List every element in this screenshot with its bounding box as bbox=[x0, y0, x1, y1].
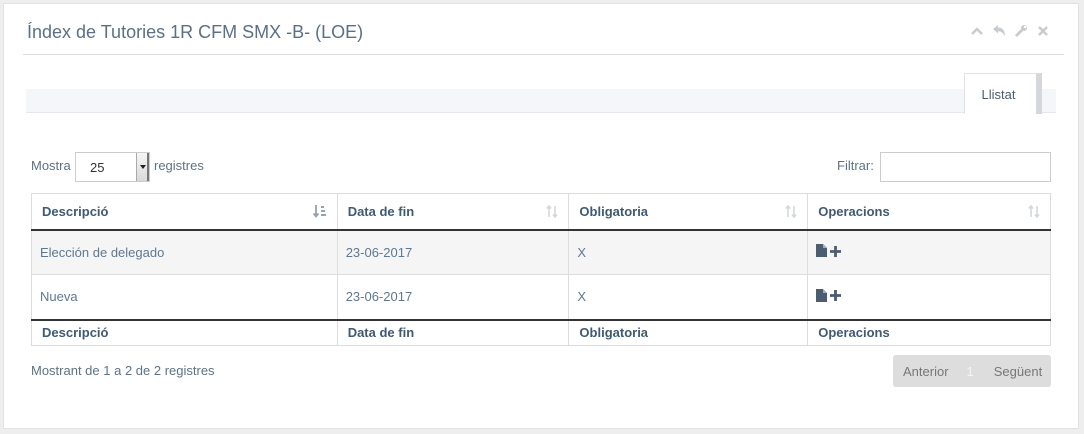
column-header-operacions[interactable]: Operacions bbox=[807, 193, 1051, 231]
pagination-page-current[interactable]: 1 bbox=[967, 364, 974, 379]
sort-both-icon bbox=[1028, 204, 1040, 221]
tab-label: Llistat bbox=[981, 86, 1016, 102]
plus-icon[interactable] bbox=[830, 289, 842, 304]
footer-operacions: Operacions bbox=[807, 318, 1051, 346]
footer-descripcio: Descripció bbox=[31, 318, 338, 346]
document-icon[interactable] bbox=[816, 288, 828, 305]
table-row: Nueva 23-06-2017 X bbox=[31, 274, 1051, 320]
length-suffix: registres bbox=[154, 158, 204, 173]
column-header-data-fin[interactable]: Data de fin bbox=[336, 193, 570, 231]
widget-title: Índex de Tutories 1R CFM SMX -B- (LOE) bbox=[27, 22, 364, 42]
title-divider bbox=[23, 54, 1064, 55]
footer-data-fin: Data de fin bbox=[336, 318, 570, 346]
chevron-up-icon[interactable] bbox=[970, 24, 984, 38]
wrench-icon[interactable] bbox=[1014, 24, 1028, 38]
cell-data-fin: 23-06-2017 bbox=[336, 274, 570, 320]
cell-descripcio: Nueva bbox=[31, 274, 338, 320]
column-label: Operacions bbox=[818, 203, 890, 219]
cell-data-fin: 23-06-2017 bbox=[336, 229, 570, 275]
chevron-down-icon[interactable] bbox=[136, 153, 149, 181]
cell-operacions bbox=[807, 274, 1051, 320]
cell-descripcio: Elección de delegado bbox=[31, 229, 338, 275]
reply-icon[interactable] bbox=[992, 24, 1006, 38]
page-length-select[interactable]: 25 bbox=[75, 152, 150, 182]
plus-icon[interactable] bbox=[830, 245, 842, 260]
tutories-table: Descripció Data de fin Obligatoria Opera… bbox=[31, 193, 1051, 346]
pagination: Anterior 1 Següent bbox=[893, 355, 1051, 387]
sort-both-icon bbox=[546, 204, 559, 221]
pagination-next[interactable]: Següent bbox=[994, 364, 1042, 379]
pagination-previous[interactable]: Anterior bbox=[903, 364, 949, 379]
filter-label: Filtrar: bbox=[837, 158, 874, 173]
tab-bar bbox=[26, 89, 1056, 113]
length-prefix: Mostra bbox=[31, 158, 71, 173]
widget-toolbar bbox=[970, 24, 1050, 38]
tab-llistat[interactable]: Llistat bbox=[964, 73, 1042, 114]
document-icon[interactable] bbox=[816, 244, 828, 260]
cell-obligatoria: X bbox=[568, 274, 809, 320]
table-info: Mostrant de 1 a 2 de 2 registres bbox=[31, 363, 215, 378]
cell-obligatoria: X bbox=[568, 229, 809, 275]
sort-both-icon bbox=[785, 204, 797, 221]
table-header-row: Descripció Data de fin Obligatoria Opera… bbox=[31, 193, 1051, 231]
table-row: Elección de delegado 23-06-2017 X bbox=[31, 229, 1051, 275]
cell-operacions bbox=[807, 229, 1051, 275]
sort-ascending-icon bbox=[312, 205, 327, 221]
column-label: Obligatoria bbox=[579, 203, 649, 219]
close-icon[interactable] bbox=[1036, 24, 1050, 38]
table-footer-row: Descripció Data de fin Obligatoria Opera… bbox=[31, 318, 1051, 346]
footer-obligatoria: Obligatoria bbox=[568, 318, 809, 346]
column-header-obligatoria[interactable]: Obligatoria bbox=[568, 193, 809, 231]
filter-input[interactable] bbox=[880, 152, 1051, 182]
column-header-descripcio[interactable]: Descripció bbox=[31, 193, 338, 231]
column-label: Descripció bbox=[42, 203, 109, 219]
column-label: Data de fin bbox=[347, 203, 415, 219]
page-length-value: 25 bbox=[90, 160, 105, 175]
